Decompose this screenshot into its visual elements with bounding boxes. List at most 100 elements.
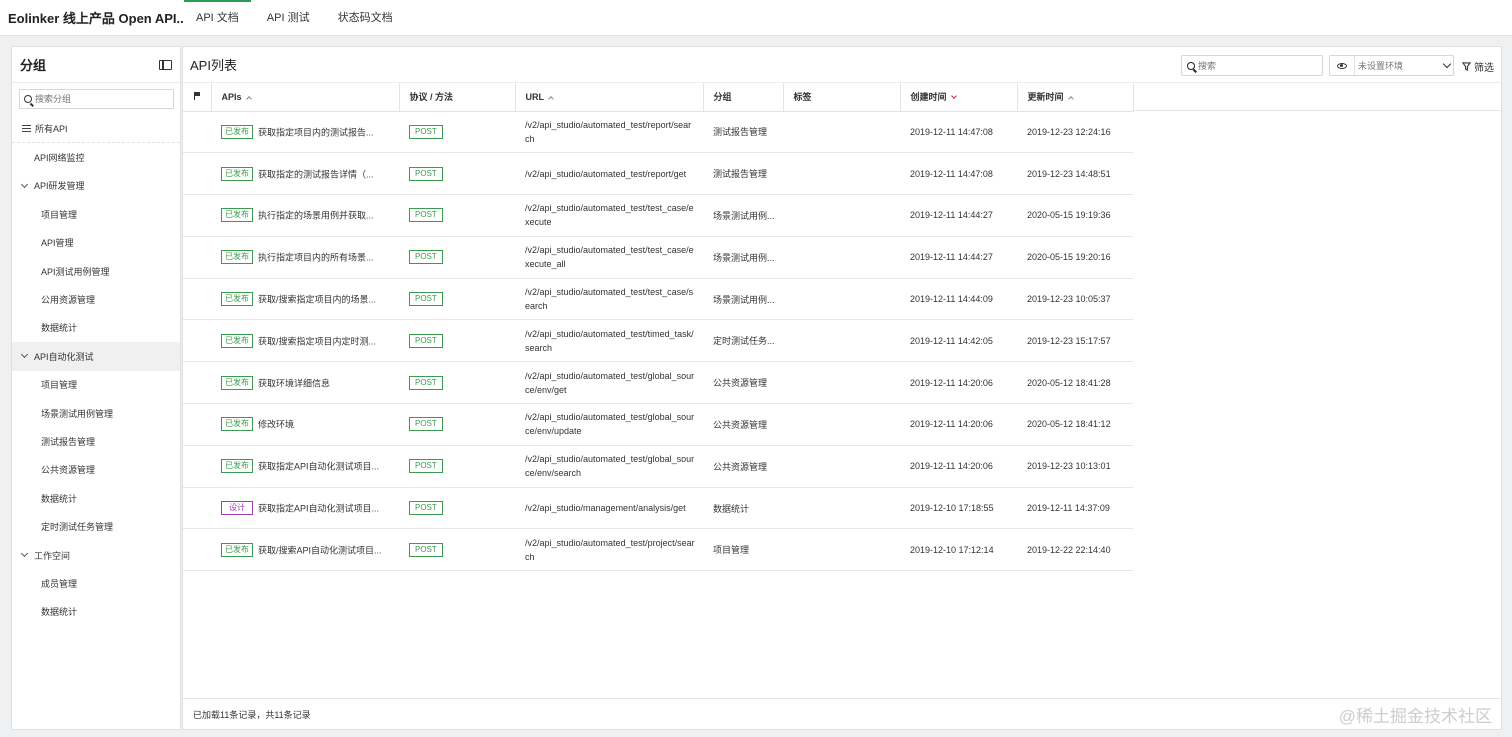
table-row[interactable]: 已发布 获取指定的测试报告详情（... POST/v2/api_studio/aut…: [183, 152, 1133, 196]
table-row[interactable]: 已发布 获取环境详细信息 POST/v2/api_studio/automated_…: [183, 361, 1133, 405]
created-cell: 2019-12-11 14:44:09: [900, 278, 1017, 321]
sidebar-item[interactable]: API网络监控: [12, 143, 180, 171]
status-badge: 已发布: [221, 124, 253, 139]
api-cell[interactable]: 已发布 执行指定的场景用例并获取...: [211, 194, 399, 237]
sidebar-item[interactable]: API管理: [12, 229, 180, 257]
table-row[interactable]: 已发布 获取/搜索指定项目内的场景... POST/v2/api_studio/au…: [183, 278, 1133, 321]
sidebar-item[interactable]: 成员管理: [12, 569, 180, 597]
api-name[interactable]: 修改环境: [258, 420, 294, 430]
updated-cell: 2019-12-23 15:17:57: [1017, 319, 1133, 363]
group-cell: 公共资源管理: [703, 361, 783, 405]
column-header-updated[interactable]: 更新时间: [1017, 83, 1134, 112]
sidebar-group[interactable]: API研发管理: [12, 172, 180, 200]
sidebar-group[interactable]: 工作空间: [12, 541, 180, 569]
sort-up-icon[interactable]: [1067, 96, 1074, 103]
method-cell: POST: [399, 361, 515, 405]
project-title[interactable]: Eolinker 线上产品 Open API...: [0, 8, 184, 27]
table-row[interactable]: 已发布 获取/搜索API自动化测试项目... POST/v2/api_studio/…: [183, 528, 1133, 572]
table-row[interactable]: 设计 获取指定API自动化测试项目... POST/v2/api_studio/ma…: [183, 487, 1133, 530]
sidebar-item[interactable]: 公共资源管理: [12, 456, 180, 484]
column-header-tag[interactable]: 标签: [783, 83, 901, 112]
api-name[interactable]: 执行指定的场景用例并获取...: [258, 211, 374, 221]
api-name[interactable]: 获取指定API自动化测试项目...: [258, 462, 379, 472]
api-cell[interactable]: 已发布 获取指定API自动化测试项目...: [211, 445, 399, 488]
chevron-down-icon[interactable]: [1442, 59, 1452, 68]
sidebar-group-selected[interactable]: API自动化测试: [12, 342, 180, 371]
table-row[interactable]: 已发布 修改环境 POST/v2/api_studio/automated_test…: [183, 403, 1133, 446]
chevron-down-icon[interactable]: [20, 351, 29, 359]
api-name[interactable]: 获取指定API自动化测试项目...: [258, 504, 379, 514]
group-sidebar: 分组 所有API API网络监控 API研发管理 项目管理 API管理 API测…: [11, 46, 181, 730]
status-badge: 已发布: [221, 459, 253, 474]
flag-cell[interactable]: [183, 361, 211, 405]
sidebar-item[interactable]: 定时测试任务管理: [12, 512, 180, 540]
api-name[interactable]: 获取环境详细信息: [258, 378, 330, 388]
api-cell[interactable]: 已发布 获取/搜索指定项目内的场景...: [211, 278, 399, 321]
sidebar-item-all-apis[interactable]: 所有API: [12, 115, 180, 144]
tab-status-code-docs[interactable]: 状态码文档: [326, 0, 405, 36]
column-header-created[interactable]: 创建时间: [900, 83, 1018, 112]
sidebar-item[interactable]: 测试报告管理: [12, 427, 180, 455]
api-cell[interactable]: 已发布 获取指定的测试报告详情（...: [211, 152, 399, 196]
sidebar-item[interactable]: 数据统计: [12, 484, 180, 512]
table-row[interactable]: 已发布 获取指定项目内的测试报告... POST/v2/api_studio/aut…: [183, 111, 1133, 154]
sidebar-item[interactable]: 数据统计: [12, 598, 180, 626]
flag-icon: [193, 91, 200, 100]
method-badge: POST: [409, 166, 443, 181]
column-header-url[interactable]: URL: [515, 83, 704, 112]
sidebar-item-label: 项目管理: [41, 380, 78, 391]
eye-icon[interactable]: [1330, 56, 1355, 75]
flag-cell[interactable]: [183, 194, 211, 237]
chevron-down-icon[interactable]: [20, 550, 29, 558]
tab-api-docs[interactable]: API 文档: [184, 0, 251, 36]
api-name[interactable]: 获取指定项目内的测试报告...: [258, 127, 374, 137]
column-header-group[interactable]: 分组: [703, 83, 784, 112]
flag-cell[interactable]: [183, 528, 211, 572]
api-cell[interactable]: 已发布 执行指定项目内的所有场景...: [211, 236, 399, 279]
sidebar-collapse-icon[interactable]: [159, 59, 172, 70]
api-search-input[interactable]: [1198, 60, 1308, 71]
api-cell[interactable]: 已发布 获取/搜索指定项目内定时测...: [211, 319, 399, 363]
api-cell[interactable]: 已发布 获取环境详细信息: [211, 361, 399, 405]
sort-up-icon[interactable]: [245, 95, 252, 102]
api-cell[interactable]: 已发布 获取指定项目内的测试报告...: [211, 111, 399, 154]
api-name[interactable]: 获取指定的测试报告详情（...: [258, 169, 374, 179]
flag-cell[interactable]: [183, 487, 211, 530]
api-cell[interactable]: 已发布 修改环境: [211, 403, 399, 446]
api-cell[interactable]: 已发布 获取/搜索API自动化测试项目...: [211, 528, 399, 572]
filter-button[interactable]: 筛选: [1462, 59, 1494, 74]
flag-cell[interactable]: [183, 236, 211, 279]
group-search-input[interactable]: [35, 94, 155, 104]
sidebar-item[interactable]: 场景测试用例管理: [12, 399, 180, 427]
table-row[interactable]: 已发布 执行指定的场景用例并获取... POST/v2/api_studio/aut…: [183, 194, 1133, 237]
environment-input[interactable]: [1358, 60, 1438, 71]
chevron-down-icon[interactable]: [20, 180, 29, 189]
sidebar-item[interactable]: API测试用例管理: [12, 257, 180, 285]
flag-cell[interactable]: [183, 111, 211, 154]
api-cell[interactable]: 设计 获取指定API自动化测试项目...: [211, 487, 399, 530]
flag-cell[interactable]: [183, 278, 211, 321]
sidebar-item[interactable]: 公用资源管理: [12, 285, 180, 313]
sidebar-item[interactable]: 项目管理: [12, 371, 180, 399]
sort-down-icon[interactable]: [950, 93, 957, 100]
column-header-apis[interactable]: APIs: [211, 83, 400, 112]
sidebar-item[interactable]: 项目管理: [12, 200, 180, 228]
api-name[interactable]: 获取/搜索API自动化测试项目...: [258, 545, 382, 555]
flag-cell[interactable]: [183, 319, 211, 363]
tab-api-test[interactable]: API 测试: [255, 0, 322, 36]
updated-cell: 2019-12-23 10:05:37: [1017, 278, 1133, 321]
table-row[interactable]: 已发布 执行指定项目内的所有场景... POST/v2/api_studio/aut…: [183, 236, 1133, 279]
table-row[interactable]: 已发布 获取/搜索指定项目内定时测... POST/v2/api_studio/au…: [183, 319, 1133, 363]
api-name[interactable]: 获取/搜索指定项目内的场景...: [258, 295, 376, 305]
table-row[interactable]: 已发布 获取指定API自动化测试项目... POST/v2/api_studio/a…: [183, 445, 1133, 488]
flag-cell[interactable]: [183, 445, 211, 488]
sidebar-item[interactable]: 数据统计: [12, 314, 180, 342]
flag-column-header[interactable]: [183, 83, 212, 112]
api-name[interactable]: 获取/搜索指定项目内定时测...: [258, 336, 376, 346]
flag-cell[interactable]: [183, 152, 211, 196]
environment-select[interactable]: [1329, 55, 1454, 76]
api-name[interactable]: 执行指定项目内的所有场景...: [258, 253, 374, 263]
flag-cell[interactable]: [183, 403, 211, 446]
sort-up-icon[interactable]: [548, 95, 554, 102]
column-header-method[interactable]: 协议 / 方法: [399, 83, 516, 112]
